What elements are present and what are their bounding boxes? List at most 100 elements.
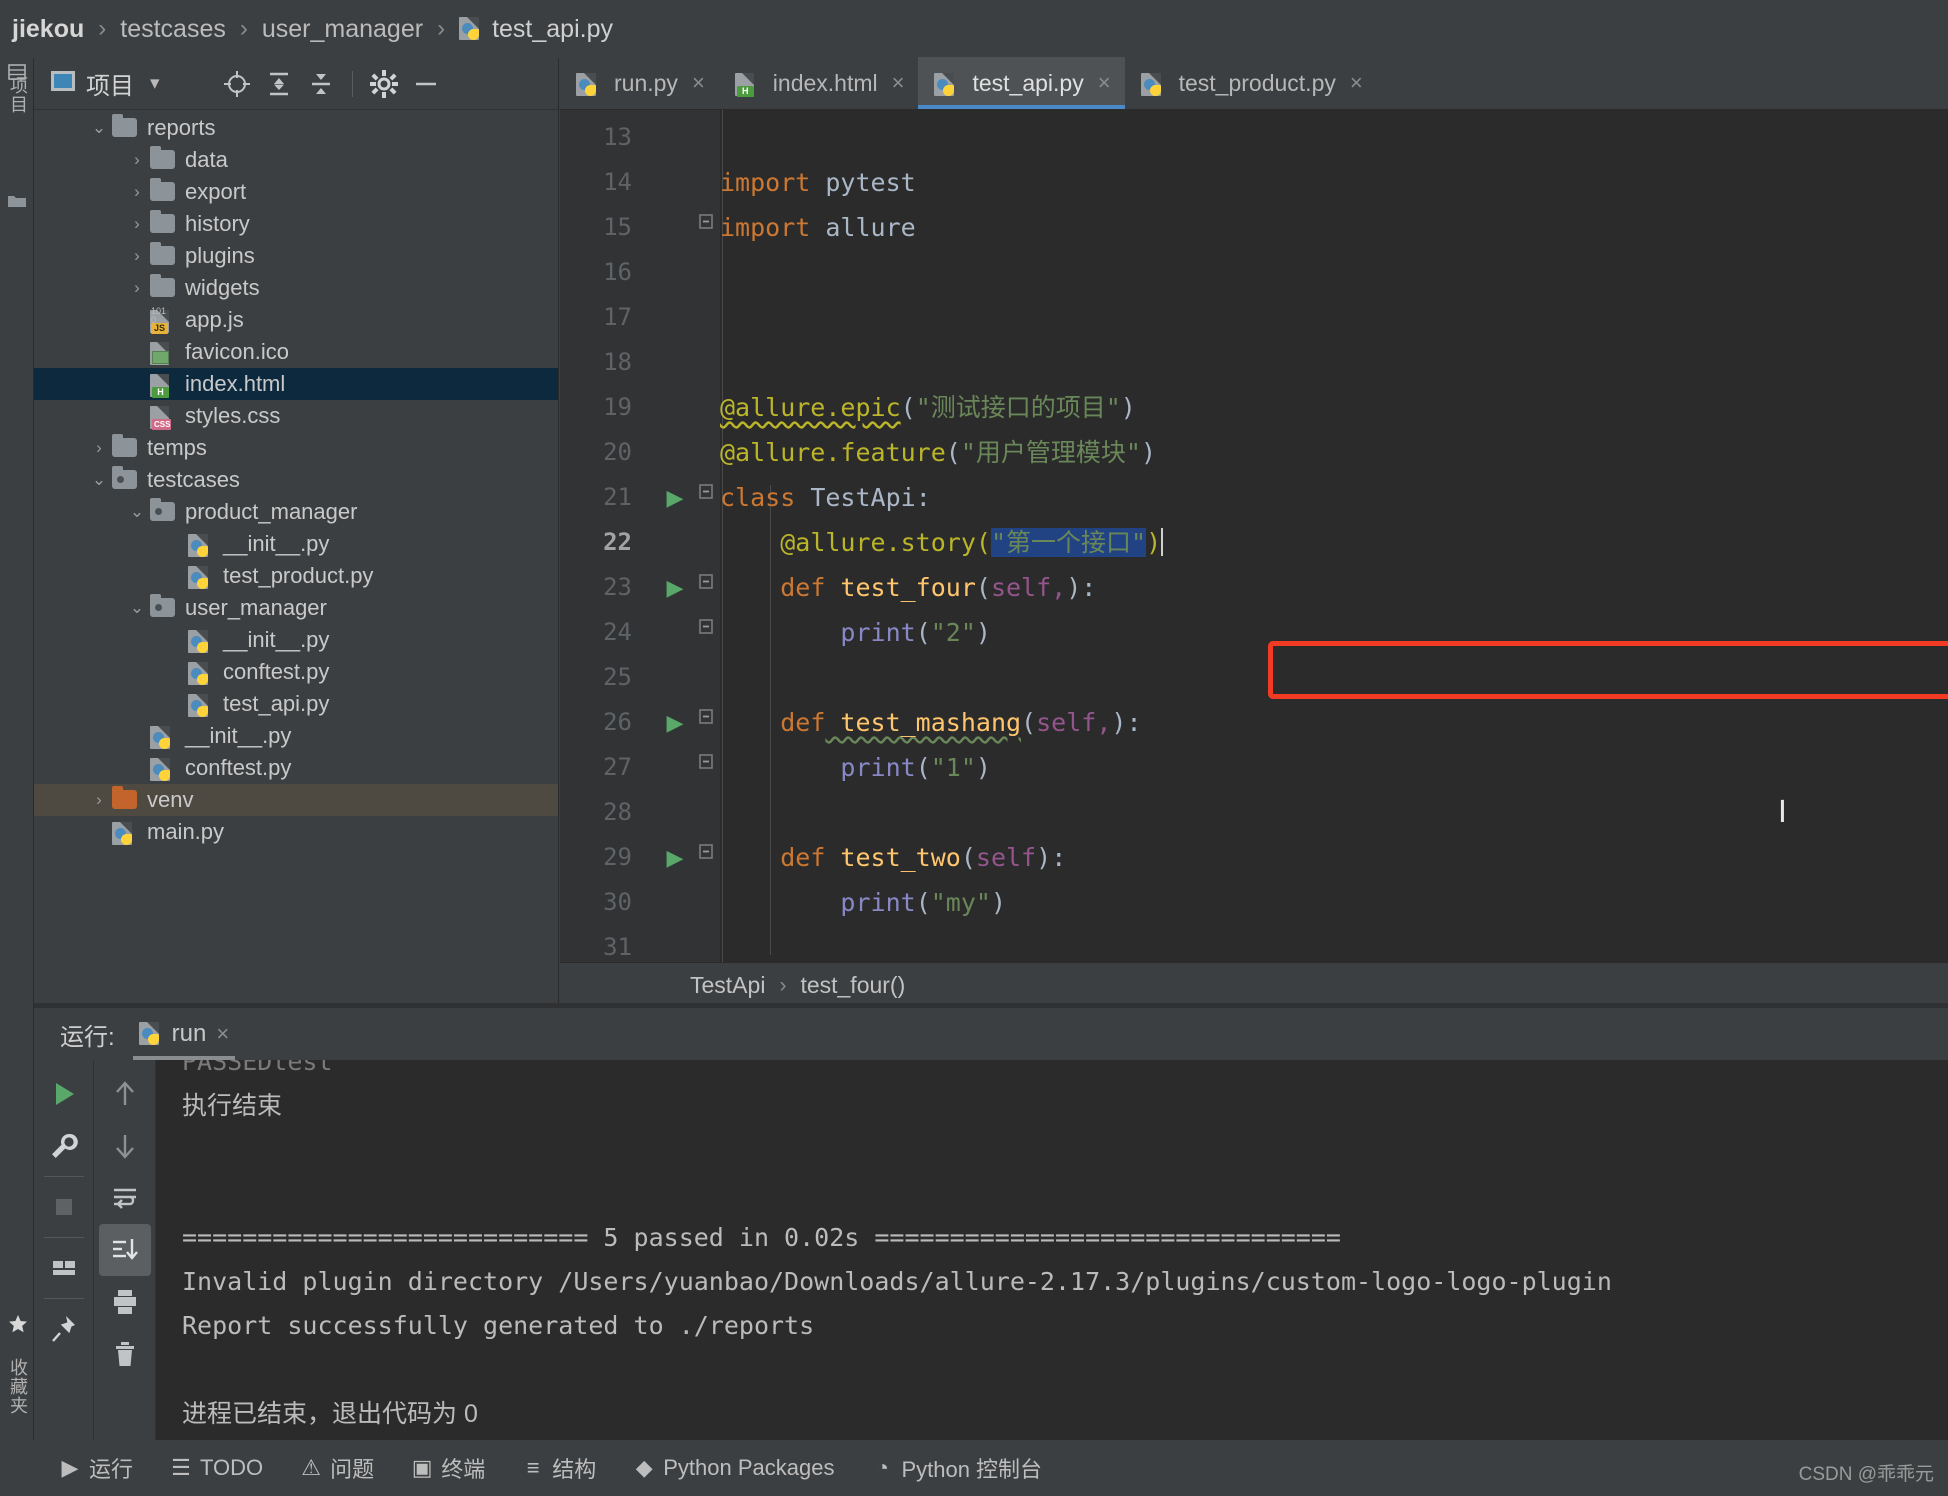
tree-item-history[interactable]: ›history xyxy=(34,208,558,240)
code-line-17[interactable] xyxy=(720,295,1948,340)
status-bar-item--[interactable]: ≡结构 xyxy=(523,1452,596,1484)
tree-item-venv[interactable]: ›venv xyxy=(34,784,558,816)
run-gutter-icon[interactable]: ▶ xyxy=(664,700,686,745)
code-fold-toggle-icon[interactable] xyxy=(696,745,716,790)
down-arrow-icon[interactable] xyxy=(99,1120,151,1172)
tree-item--init-py[interactable]: __init__.py xyxy=(34,624,558,656)
code-line-13[interactable] xyxy=(720,115,1948,160)
chevron-down-icon[interactable]: ⌄ xyxy=(86,470,112,490)
print-icon[interactable] xyxy=(99,1276,151,1328)
editor-breadcrumb-method[interactable]: test_four() xyxy=(800,972,905,999)
code-line-26[interactable]: def test_mashang(self,): xyxy=(720,700,1948,745)
tree-item--init-py[interactable]: __init__.py xyxy=(34,528,558,560)
code-line-18[interactable] xyxy=(720,340,1948,385)
code-line-31[interactable] xyxy=(720,925,1948,962)
tree-item-widgets[interactable]: ›widgets xyxy=(34,272,558,304)
status-bar-item-todo[interactable]: ☰TODO xyxy=(171,1455,263,1481)
trash-icon[interactable] xyxy=(99,1328,151,1380)
scroll-to-end-icon[interactable] xyxy=(99,1224,151,1276)
code-line-29[interactable]: def test_two(self): xyxy=(720,835,1948,880)
status-bar-item--[interactable]: ▣终端 xyxy=(412,1452,485,1484)
code-fold-toggle-icon[interactable] xyxy=(696,610,716,655)
collapse-all-icon[interactable] xyxy=(258,63,300,105)
close-icon[interactable]: × xyxy=(1098,70,1111,96)
code-fold-toggle-icon[interactable] xyxy=(696,565,716,610)
tree-item-plugins[interactable]: ›plugins xyxy=(34,240,558,272)
settings-gear-icon[interactable] xyxy=(363,63,405,105)
chevron-right-icon[interactable]: › xyxy=(86,790,112,810)
breadcrumb-item-testcases[interactable]: testcases xyxy=(120,15,226,44)
code-line-21[interactable]: class TestApi: xyxy=(720,475,1948,520)
no-chevron[interactable] xyxy=(124,342,150,362)
code-line-20[interactable]: @allure.feature("用户管理模块") xyxy=(720,430,1948,475)
close-icon[interactable]: × xyxy=(1350,70,1363,96)
code-line-22[interactable]: @allure.story("第一个接口") xyxy=(720,520,1948,565)
chevron-down-icon[interactable]: ▾ xyxy=(150,72,160,95)
tree-item-styles-css[interactable]: CSSstyles.css xyxy=(34,400,558,432)
layout-icon[interactable] xyxy=(38,1242,90,1294)
status-bar-item--[interactable]: ▶运行 xyxy=(60,1452,133,1484)
bottom-status-bar[interactable]: ▶运行☰TODO⚠问题▣终端≡结构◆Python Packages◔Python… xyxy=(0,1440,1948,1496)
tree-item-reports[interactable]: ⌄reports xyxy=(34,112,558,144)
code-line-14[interactable]: import pytest xyxy=(720,160,1948,205)
chevron-right-icon[interactable]: › xyxy=(124,182,150,202)
editor-tab-index-html[interactable]: Hindex.html× xyxy=(719,57,919,109)
close-icon[interactable]: × xyxy=(216,1021,229,1047)
tree-item--init-py[interactable]: __init__.py xyxy=(34,720,558,752)
no-chevron[interactable] xyxy=(124,726,150,746)
wrench-icon[interactable] xyxy=(38,1120,90,1172)
tree-item-test-api-py[interactable]: test_api.py xyxy=(34,688,558,720)
tree-item-favicon-ico[interactable]: favicon.ico xyxy=(34,336,558,368)
close-icon[interactable]: × xyxy=(692,70,705,96)
run-icon[interactable] xyxy=(38,1068,90,1120)
star-favorites-icon[interactable] xyxy=(7,1313,27,1333)
breadcrumb-item-user-manager[interactable]: user_manager xyxy=(262,15,423,44)
code-line-28[interactable] xyxy=(720,790,1948,835)
tree-item-export[interactable]: ›export xyxy=(34,176,558,208)
folder-strip-icon[interactable] xyxy=(7,193,27,213)
status-bar-item-python-packages[interactable]: ◆Python Packages xyxy=(634,1455,834,1481)
tree-item-test-product-py[interactable]: test_product.py xyxy=(34,560,558,592)
run-gutter-icon[interactable]: ▶ xyxy=(664,835,686,880)
editor-tab-run-py[interactable]: run.py× xyxy=(560,57,719,109)
code-fold-toggle-icon[interactable] xyxy=(696,205,716,250)
tree-item-main-py[interactable]: main.py xyxy=(34,816,558,848)
locate-target-icon[interactable] xyxy=(216,63,258,105)
code-line-16[interactable] xyxy=(720,250,1948,295)
status-bar-item-python-[interactable]: ◔Python 控制台 xyxy=(872,1452,1042,1484)
sidebar-tab-favorites[interactable]: 收藏夹 xyxy=(3,1358,31,1415)
no-chevron[interactable] xyxy=(124,374,150,394)
editor-tab-bar[interactable]: run.py×Hindex.html×test_api.py×test_prod… xyxy=(560,58,1948,110)
no-chevron[interactable] xyxy=(124,406,150,426)
tree-item-index-html[interactable]: Hindex.html xyxy=(34,368,558,400)
tree-item-conftest-py[interactable]: conftest.py xyxy=(34,656,558,688)
no-chevron[interactable] xyxy=(124,310,150,330)
chevron-right-icon[interactable]: › xyxy=(86,438,112,458)
expand-all-icon[interactable] xyxy=(300,63,342,105)
code-content[interactable]: import pytestimport allure@allure.epic("… xyxy=(720,110,1948,962)
chevron-right-icon[interactable]: › xyxy=(124,214,150,234)
tree-item-app-js[interactable]: 1010JSapp.js xyxy=(34,304,558,336)
chevron-down-icon[interactable]: ⌄ xyxy=(124,598,150,618)
editor-tab-test-api-py[interactable]: test_api.py× xyxy=(918,57,1124,109)
code-editor[interactable]: 131415161718192021▶2223▶242526▶272829▶30… xyxy=(560,110,1948,962)
pin-icon[interactable] xyxy=(38,1303,90,1355)
chevron-right-icon[interactable]: › xyxy=(124,150,150,170)
breadcrumb-item-project[interactable]: jiekou xyxy=(12,15,84,44)
code-line-30[interactable]: print("my") xyxy=(720,880,1948,925)
breadcrumb-item-file[interactable]: test_api.py xyxy=(492,15,613,44)
run-console-output[interactable]: PASSEDtest执行结束 =========================… xyxy=(156,1060,1948,1440)
code-line-15[interactable]: import allure xyxy=(720,205,1948,250)
code-fold-toggle-icon[interactable] xyxy=(696,835,716,880)
soft-wrap-icon[interactable] xyxy=(99,1172,151,1224)
tree-item-user-manager[interactable]: ⌄user_manager xyxy=(34,592,558,624)
run-toolbar-right[interactable] xyxy=(94,1060,156,1440)
run-toolbar-left[interactable] xyxy=(34,1060,94,1440)
sidebar-tab-project[interactable]: 项目 xyxy=(3,76,31,114)
no-chevron[interactable] xyxy=(162,630,188,650)
code-line-27[interactable]: print("1") xyxy=(720,745,1948,790)
chevron-right-icon[interactable]: › xyxy=(124,246,150,266)
code-fold-toggle-icon[interactable] xyxy=(696,700,716,745)
run-gutter-icon[interactable]: ▶ xyxy=(664,475,686,520)
no-chevron[interactable] xyxy=(162,534,188,554)
